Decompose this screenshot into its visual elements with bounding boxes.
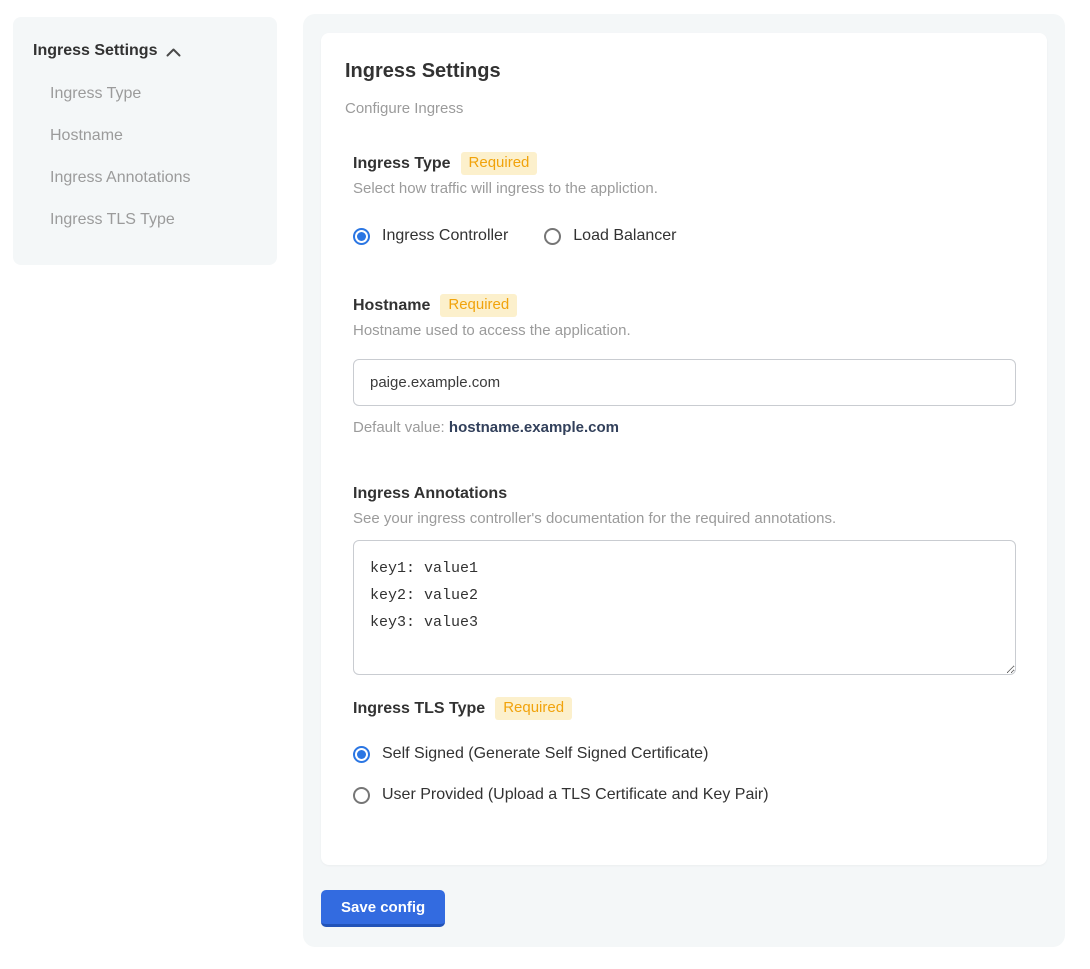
radio-selected-icon[interactable] <box>353 228 370 245</box>
ingress-annotations-textarea[interactable]: key1: value1 key2: value2 key3: value3 <box>353 540 1016 675</box>
sidebar-item-ingress-tls-type[interactable]: Ingress TLS Type <box>50 210 257 230</box>
radio-ingress-controller[interactable]: Ingress Controller <box>353 226 508 246</box>
hostname-default-label: Default value: <box>353 419 445 436</box>
section-hostname-title: Hostname <box>353 295 430 317</box>
radio-unselected-icon[interactable] <box>353 787 370 804</box>
radio-user-provided[interactable]: User Provided (Upload a TLS Certificate … <box>353 785 1023 805</box>
config-nav-sidebar: Ingress Settings Ingress Type Hostname I… <box>13 17 277 265</box>
radio-self-signed-label: Self Signed (Generate Self Signed Certif… <box>382 744 708 764</box>
section-ingress-tls-type-header: Ingress TLS Type Required <box>353 697 1023 720</box>
radio-ingress-controller-label: Ingress Controller <box>382 226 508 246</box>
config-main-panel: Ingress Settings Configure Ingress Ingre… <box>303 14 1065 947</box>
save-config-button[interactable]: Save config <box>321 890 445 927</box>
section-ingress-type-title: Ingress Type <box>353 153 451 175</box>
radio-unselected-icon[interactable] <box>544 228 561 245</box>
section-ingress-annotations-help: See your ingress controller's documentat… <box>353 510 1023 528</box>
required-badge: Required <box>461 152 538 175</box>
section-ingress-tls-type-title: Ingress TLS Type <box>353 698 485 720</box>
section-ingress-type-help: Select how traffic will ingress to the a… <box>353 180 1023 198</box>
config-sections: Ingress Type Required Select how traffic… <box>353 152 1023 805</box>
config-card: Ingress Settings Configure Ingress Ingre… <box>321 33 1047 865</box>
radio-selected-icon[interactable] <box>353 746 370 763</box>
sidebar-item-hostname[interactable]: Hostname <box>50 126 257 146</box>
radio-load-balancer-label: Load Balancer <box>573 226 676 246</box>
ingress-tls-radio-group: Self Signed (Generate Self Signed Certif… <box>353 744 1023 805</box>
sidebar-group-title: Ingress Settings <box>33 41 157 61</box>
sidebar-item-list: Ingress Type Hostname Ingress Annotation… <box>50 84 257 230</box>
section-hostname-header: Hostname Required <box>353 294 1023 317</box>
required-badge: Required <box>495 697 572 720</box>
radio-user-provided-label: User Provided (Upload a TLS Certificate … <box>382 785 769 805</box>
section-ingress-annotations-title: Ingress Annotations <box>353 483 507 505</box>
radio-self-signed[interactable]: Self Signed (Generate Self Signed Certif… <box>353 744 1023 764</box>
hostname-default-value: hostname.example.com <box>449 419 619 436</box>
section-ingress-type: Ingress Type Required Select how traffic… <box>353 152 1023 246</box>
section-hostname: Hostname Required Hostname used to acces… <box>353 294 1023 437</box>
page-subtitle: Configure Ingress <box>345 100 1023 118</box>
section-ingress-tls-type: Ingress TLS Type Required Self Signed (G… <box>353 697 1023 805</box>
ingress-type-radio-group: Ingress Controller Load Balancer <box>353 226 1023 246</box>
required-badge: Required <box>440 294 517 317</box>
section-ingress-type-header: Ingress Type Required <box>353 152 1023 175</box>
hostname-default-line: Default value: hostname.example.com <box>353 419 1023 437</box>
hostname-input[interactable] <box>353 359 1016 406</box>
sidebar-item-ingress-annotations[interactable]: Ingress Annotations <box>50 168 257 188</box>
page-title: Ingress Settings <box>345 59 1023 83</box>
section-ingress-annotations-header: Ingress Annotations <box>353 483 1023 505</box>
sidebar-item-ingress-type[interactable]: Ingress Type <box>50 84 257 104</box>
chevron-up-icon[interactable] <box>166 48 181 57</box>
section-hostname-help: Hostname used to access the application. <box>353 322 1023 340</box>
section-ingress-annotations: Ingress Annotations See your ingress con… <box>353 483 1023 675</box>
radio-load-balancer[interactable]: Load Balancer <box>544 226 676 246</box>
sidebar-group-toggle[interactable]: Ingress Settings <box>33 41 257 61</box>
